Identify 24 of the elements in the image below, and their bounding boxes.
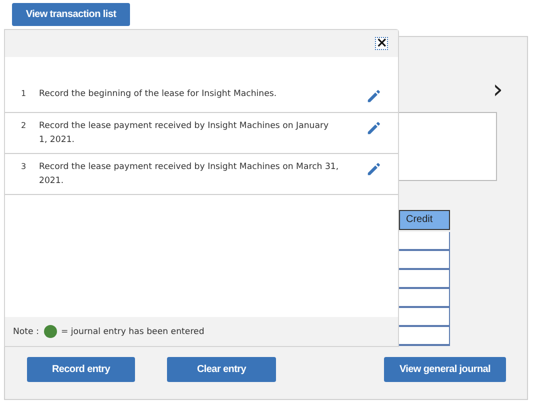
note-label: Note : — [13, 326, 39, 336]
transaction-number: 1 — [20, 89, 28, 98]
credit-input-field[interactable] — [399, 270, 450, 289]
transaction-text: Record the lease payment received by Insight Machines on January 1, 2021. — [39, 120, 330, 147]
pencil-icon[interactable] — [367, 121, 381, 135]
clear-entry-button[interactable]: Clear entry — [167, 357, 276, 382]
record-entry-button[interactable]: Record entry — [27, 357, 135, 382]
next-arrow[interactable]: › — [492, 77, 503, 112]
credit-input-field[interactable] — [399, 289, 450, 308]
note-text: = journal entry has been entered — [60, 326, 204, 336]
credit-input-field[interactable] — [399, 327, 450, 346]
transaction-number: 2 — [20, 121, 28, 130]
transaction-number: 3 — [20, 162, 28, 171]
credit-input-field[interactable] — [399, 308, 450, 327]
transaction-text: Record the lease payment received by Insight Machines on March 31, 2021. — [39, 161, 339, 188]
view-transaction-list-button[interactable]: View transaction list — [12, 3, 130, 26]
credit-column-header: Credit — [399, 210, 450, 230]
view-general-journal-button[interactable]: View general journal — [384, 357, 506, 382]
credit-input-field[interactable] — [399, 251, 450, 270]
close-button[interactable]: × — [375, 37, 388, 50]
pencil-icon[interactable] — [367, 89, 381, 103]
pencil-icon[interactable] — [367, 162, 381, 176]
transaction-text: Record the beginning of the lease for Insight Machines. — [39, 88, 278, 101]
credit-input-field[interactable] — [399, 232, 450, 251]
